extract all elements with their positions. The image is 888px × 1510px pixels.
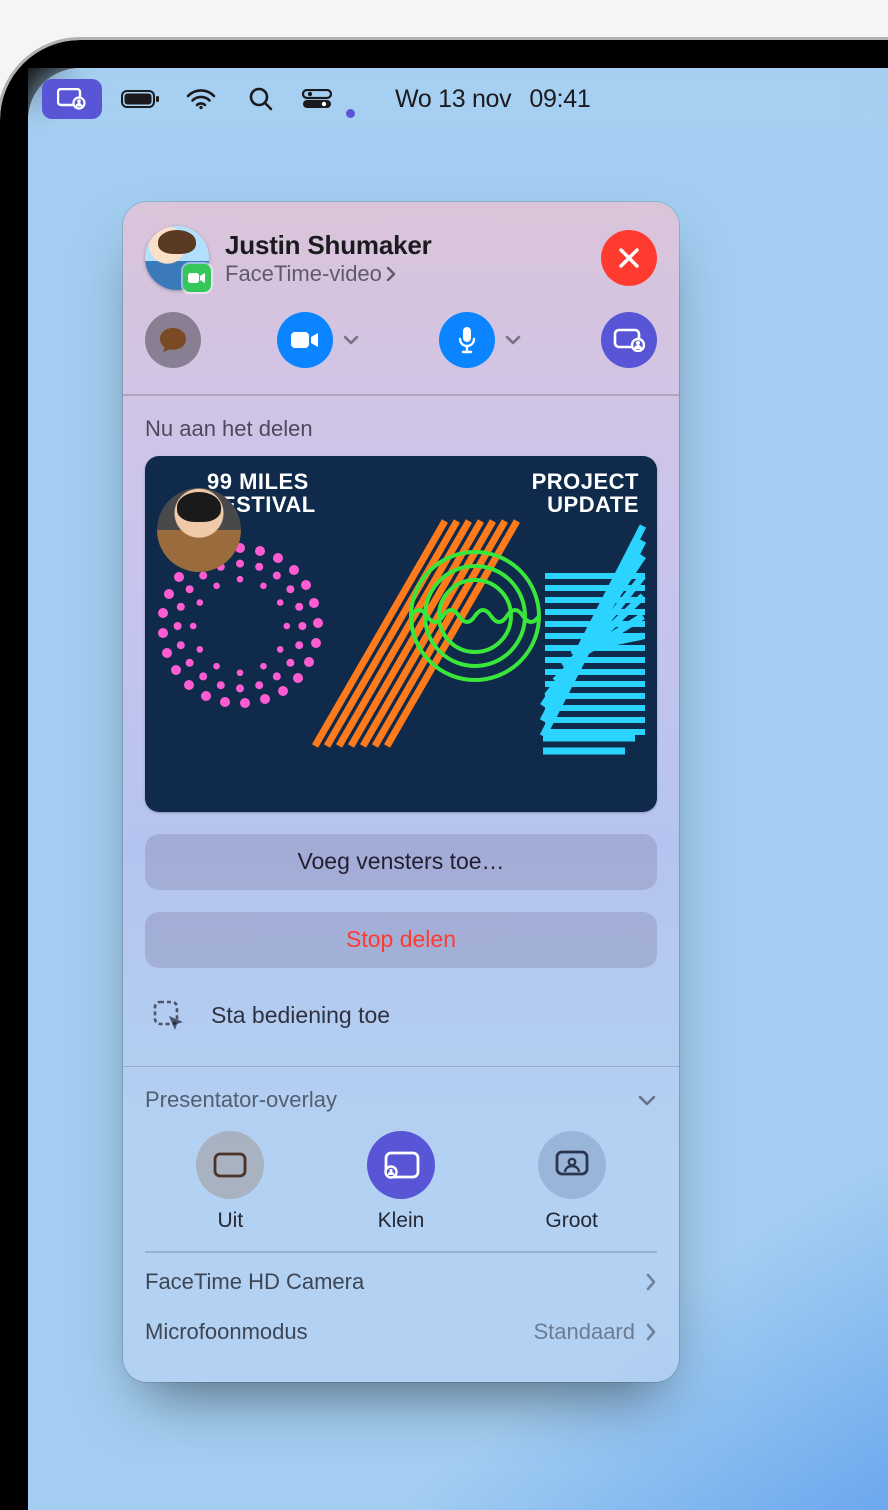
overlay-off-label: Uit [217, 1209, 243, 1233]
screen-share-icon [613, 328, 645, 352]
overlay-option-large[interactable]: Groot [538, 1131, 606, 1233]
call-controls [123, 306, 679, 394]
preview-title-left-1: 99 MILES [207, 469, 309, 494]
mic-toggle-button[interactable] [439, 312, 495, 368]
allow-control-label: Sta bediening toe [211, 1002, 390, 1029]
remote-control-icon [145, 992, 193, 1040]
presenter-overlay-options: Uit Klein Groot [123, 1127, 679, 1251]
spotlight-search-icon[interactable] [240, 78, 282, 120]
menubar-date[interactable]: Wo 13 nov [395, 85, 511, 114]
call-type-button[interactable]: FaceTime-video [225, 261, 585, 287]
chevron-right-icon [645, 1322, 657, 1342]
add-windows-button[interactable]: Voeg vensters toe… [145, 834, 657, 890]
menubar: Wo 13 nov 09:41 [28, 68, 888, 130]
mic-mode-label: Microfoonmodus [145, 1319, 308, 1345]
chevron-down-icon [637, 1093, 657, 1107]
mic-mode-value: Standaard [533, 1319, 635, 1345]
overlay-small-icon [367, 1131, 435, 1199]
now-sharing-label: Nu aan het delen [123, 396, 679, 456]
camera-row-label: FaceTime HD Camera [145, 1269, 364, 1295]
presenter-overlay-label: Presentator-overlay [145, 1087, 337, 1113]
screenshare-toggle-button[interactable] [601, 312, 657, 368]
microphone-icon [457, 326, 477, 354]
close-icon [616, 245, 642, 271]
preview-title-right-2: UPDATE [547, 492, 639, 517]
presenter-overlay-header[interactable]: Presentator-overlay [123, 1067, 679, 1127]
facetime-share-panel: Justin Shumaker FaceTime-video [123, 202, 679, 1382]
add-windows-label: Voeg vensters toe… [297, 848, 504, 875]
chevron-down-icon [504, 334, 522, 346]
facetime-badge-icon [183, 264, 211, 292]
end-call-button[interactable] [601, 230, 657, 286]
preview-title-right-1: PROJECT [532, 469, 639, 494]
battery-icon[interactable] [120, 78, 162, 120]
overlay-option-off[interactable]: Uit [196, 1131, 264, 1233]
call-header: Justin Shumaker FaceTime-video [123, 202, 679, 306]
control-center-notification-dot [346, 109, 355, 118]
overlay-off-icon [196, 1131, 264, 1199]
mic-mode-row[interactable]: Microfoonmodus Standaard [123, 1311, 679, 1361]
stop-sharing-label: Stop delen [346, 926, 456, 953]
chevron-down-icon [342, 334, 360, 346]
screenshare-status-icon[interactable] [42, 79, 102, 119]
overlay-small-label: Klein [378, 1209, 425, 1233]
overlay-option-small[interactable]: Klein [367, 1131, 435, 1233]
messages-button[interactable] [145, 312, 201, 368]
wifi-icon[interactable] [180, 78, 222, 120]
allow-control-button[interactable]: Sta bediening toe [123, 992, 679, 1066]
overlay-large-label: Groot [545, 1209, 598, 1233]
chevron-right-icon [645, 1272, 657, 1292]
overlay-large-icon [538, 1131, 606, 1199]
speech-bubble-icon [158, 326, 188, 354]
control-center-icon[interactable] [300, 78, 334, 120]
camera-selector-row[interactable]: FaceTime HD Camera [123, 1253, 679, 1311]
chevron-right-icon [386, 266, 396, 282]
mic-options-chevron[interactable] [501, 328, 525, 352]
menubar-time[interactable]: 09:41 [529, 85, 590, 114]
call-type-label: FaceTime-video [225, 261, 382, 287]
camera-toggle-button[interactable] [277, 312, 333, 368]
caller-name: Justin Shumaker [225, 230, 585, 261]
presenter-overlay-thumbnail [157, 488, 241, 572]
stop-sharing-button[interactable]: Stop delen [145, 912, 657, 968]
caller-avatar[interactable] [145, 226, 209, 290]
share-preview-thumbnail[interactable]: 99 MILES FESTIVAL PROJECT UPDATE [145, 456, 657, 812]
camera-options-chevron[interactable] [339, 328, 363, 352]
laptop-screen: Wo 13 nov 09:41 Justin Shumaker FaceTime… [0, 40, 888, 1510]
video-camera-icon [290, 330, 320, 350]
